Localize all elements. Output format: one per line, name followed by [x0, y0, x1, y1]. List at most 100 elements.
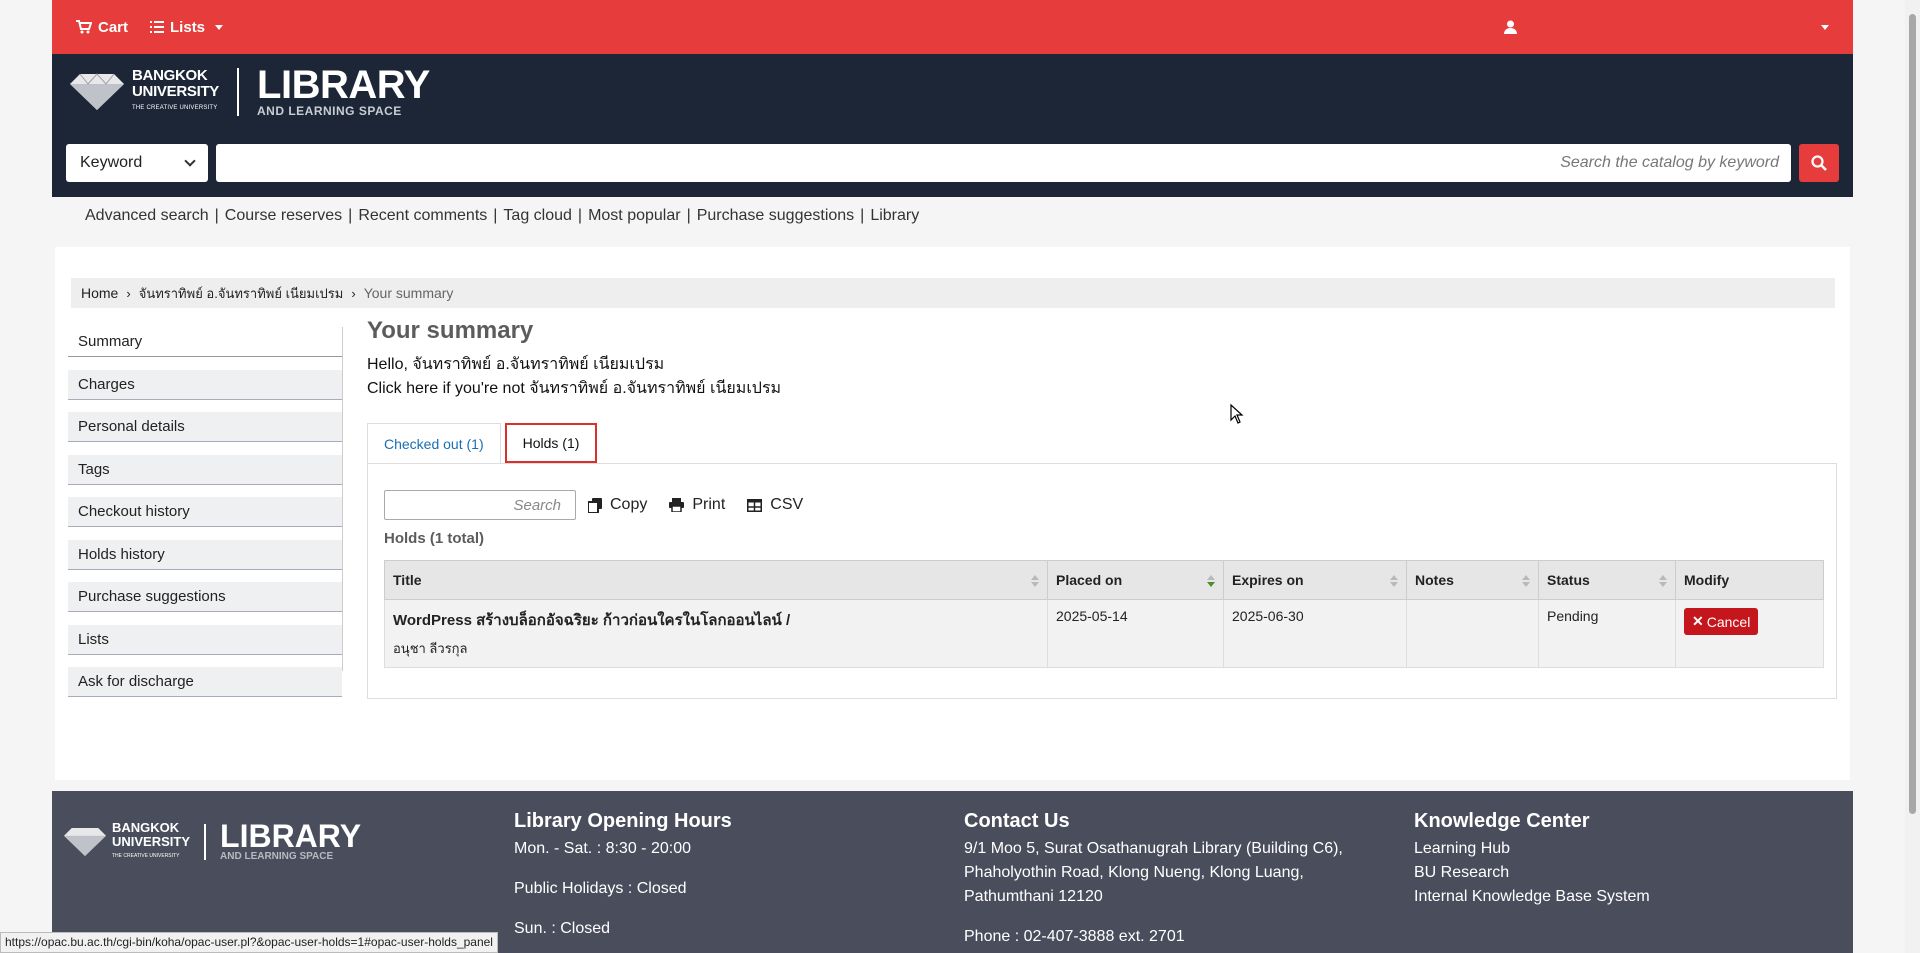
footer-contact: Contact Us 9/1 Moo 5, Surat Osathanugrah… — [964, 810, 1343, 945]
lists-dropdown[interactable]: Lists — [150, 18, 224, 36]
footer-link-knowledge-base[interactable]: Internal Knowledge Base System — [1414, 885, 1650, 909]
chevron-down-icon — [1821, 24, 1829, 30]
print-button[interactable]: Print — [669, 496, 725, 514]
search-button[interactable] — [1799, 144, 1839, 182]
cart-icon — [76, 20, 92, 34]
sidebar-item-ask-for-discharge[interactable]: Ask for discharge — [68, 667, 342, 697]
nav-link-recent-comments[interactable]: Recent comments — [358, 207, 487, 225]
sort-icon — [1031, 575, 1039, 589]
user-menu[interactable] — [1504, 20, 1517, 34]
scrollbar-thumb[interactable] — [1909, 14, 1916, 814]
chevron-down-icon — [184, 155, 196, 167]
holds-panel: Search Copy Print CSV Holds (1 total) Ti… — [367, 463, 1837, 699]
main-panel: Home › จันทราทิพย์ อ.จันทราทิพย์ เนียมเป… — [55, 247, 1850, 780]
more-searches-nav: Advanced search | Course reserves | Recent c… — [52, 200, 1853, 232]
close-icon: ✕ — [1692, 613, 1704, 629]
library-wordmark: LIBRARY AND LEARNING SPACE — [257, 63, 430, 118]
top-bar: Cart Lists — [52, 0, 1853, 54]
sidebar-item-purchase-suggestions[interactable]: Purchase suggestions — [68, 582, 342, 612]
footer-knowledge: Knowledge Center Learning Hub BU Researc… — [1414, 809, 1650, 909]
search-bar: Keyword Search the catalog by keyword — [66, 144, 1839, 182]
nav-link-course-reserves[interactable]: Course reserves — [225, 207, 342, 225]
sidebar-item-lists[interactable]: Lists — [68, 624, 342, 655]
footer: BANGKOK UNIVERSITY THE CREATIVE UNIVERSI… — [52, 791, 1853, 953]
copy-icon — [588, 497, 602, 513]
table-search-input[interactable]: Search — [384, 490, 576, 520]
col-title[interactable]: Title — [384, 560, 1048, 600]
nav-separator: | — [348, 207, 353, 224]
sidebar-item-checkout-history[interactable]: Checkout history — [68, 497, 342, 527]
footer-link-bu-research[interactable]: BU Research — [1414, 861, 1650, 885]
cell-title: WordPress สร้างบล็อกอัจฉริยะ ก้าวก่อนใคร… — [384, 599, 1048, 668]
nav-link-library[interactable]: Library — [870, 207, 919, 225]
col-notes[interactable]: Notes — [1406, 560, 1539, 600]
footer-link-learning-hub[interactable]: Learning Hub — [1414, 837, 1650, 861]
cell-notes — [1406, 599, 1539, 668]
col-placed-on[interactable]: Placed on — [1047, 560, 1224, 600]
nav-separator: | — [686, 207, 691, 224]
user-icon — [1504, 20, 1517, 34]
col-status[interactable]: Status — [1538, 560, 1676, 600]
user-menu-toggle[interactable] — [1817, 24, 1829, 30]
diamond-logo-icon — [70, 73, 124, 110]
nav-link-tag-cloud[interactable]: Tag cloud — [503, 207, 572, 225]
copy-button[interactable]: Copy — [588, 496, 647, 514]
bu-wordmark: BANGKOK UNIVERSITY THE CREATIVE UNIVERSI… — [132, 67, 220, 112]
diamond-logo-icon — [64, 828, 106, 856]
hold-author: อนุชา ลีวรกุล — [393, 641, 468, 656]
library-logo[interactable]: BANGKOK UNIVERSITY THE CREATIVE UNIVERSI… — [70, 63, 430, 118]
table-row: WordPress สร้างบล็อกอัจฉริยะ ก้าวก่อนใคร… — [384, 599, 1824, 668]
page-title: Your summary — [367, 317, 534, 344]
col-expires-on[interactable]: Expires on — [1223, 560, 1407, 600]
cell-modify: ✕ Cancel — [1675, 599, 1824, 668]
greeting: Hello, จันทราทิพย์ อ.จันทราทิพย์ เนียมเป… — [367, 356, 665, 373]
sidebar-item-holds-history[interactable]: Holds history — [68, 539, 342, 570]
footer-hours: Library Opening Hours Mon. - Sat. : 8:30… — [514, 810, 732, 937]
nav-separator: | — [214, 207, 219, 224]
scrollbar[interactable] — [1905, 0, 1920, 953]
col-modify: Modify — [1675, 560, 1824, 600]
footer-logo[interactable]: BANGKOK UNIVERSITY THE CREATIVE UNIVERSI… — [64, 820, 361, 863]
table-toolbar: Search Copy Print CSV — [384, 490, 813, 520]
print-icon — [669, 498, 685, 512]
csv-button[interactable]: CSV — [747, 496, 803, 514]
tab-checked-out[interactable]: Checked out (1) — [367, 423, 501, 463]
lists-label: Lists — [170, 18, 206, 36]
sort-icon — [1659, 575, 1667, 589]
sidebar-item-summary[interactable]: Summary — [68, 327, 342, 357]
breadcrumb-home[interactable]: Home — [81, 285, 118, 301]
cancel-hold-button[interactable]: ✕ Cancel — [1684, 608, 1759, 635]
nav-link-advanced-search[interactable]: Advanced search — [85, 207, 209, 225]
search-type-select[interactable]: Keyword — [66, 144, 208, 182]
breadcrumb-current: Your summary — [363, 285, 454, 301]
summary-content: Your summary Hello, จันทราทิพย์ อ.จันทรา… — [367, 317, 1837, 699]
sidebar-item-personal-details[interactable]: Personal details — [68, 412, 342, 442]
not-you-link[interactable]: Click here if you're not จันทราทิพย์ อ.จ… — [367, 377, 1837, 401]
breadcrumb-user[interactable]: จันทราทิพย์ อ.จันทราทิพย์ เนียมเปรม — [139, 283, 344, 304]
chevron-down-icon — [215, 24, 224, 30]
user-sidenav: Summary Charges Personal details Tags Checko… — [68, 327, 343, 697]
hold-title-link[interactable]: WordPress สร้างบล็อกอัจฉริยะ ก้าวก่อนใคร… — [393, 608, 1039, 632]
search-input[interactable]: Search the catalog by keyword — [216, 144, 1791, 182]
cart-link[interactable]: Cart — [76, 19, 128, 36]
nav-link-purchase-suggestions[interactable]: Purchase suggestions — [697, 207, 854, 225]
masthead: BANGKOK UNIVERSITY THE CREATIVE UNIVERSI… — [52, 54, 1853, 197]
holds-total: Holds (1 total) — [384, 530, 484, 547]
cart-label: Cart — [98, 18, 129, 36]
nav-link-most-popular[interactable]: Most popular — [588, 207, 681, 225]
summary-tabs: Checked out (1) Holds (1) — [367, 423, 598, 463]
chevron-right-icon: › — [126, 285, 131, 301]
sidebar-item-tags[interactable]: Tags — [68, 454, 342, 485]
chevron-right-icon: › — [351, 285, 356, 301]
holds-table: Title Placed on Expires on Notes Status … — [384, 560, 1824, 668]
sort-icon — [1522, 575, 1530, 589]
nav-separator: | — [577, 207, 583, 224]
sort-desc-icon — [1207, 575, 1215, 589]
sidebar-item-charges[interactable]: Charges — [68, 369, 342, 400]
cell-status: Pending — [1538, 599, 1676, 668]
tab-holds[interactable]: Holds (1) — [504, 423, 598, 463]
cell-expires-on: 2025-06-30 — [1223, 599, 1407, 668]
nav-separator: | — [860, 207, 865, 224]
sort-icon — [1390, 575, 1398, 589]
nav-separator: | — [493, 207, 498, 224]
